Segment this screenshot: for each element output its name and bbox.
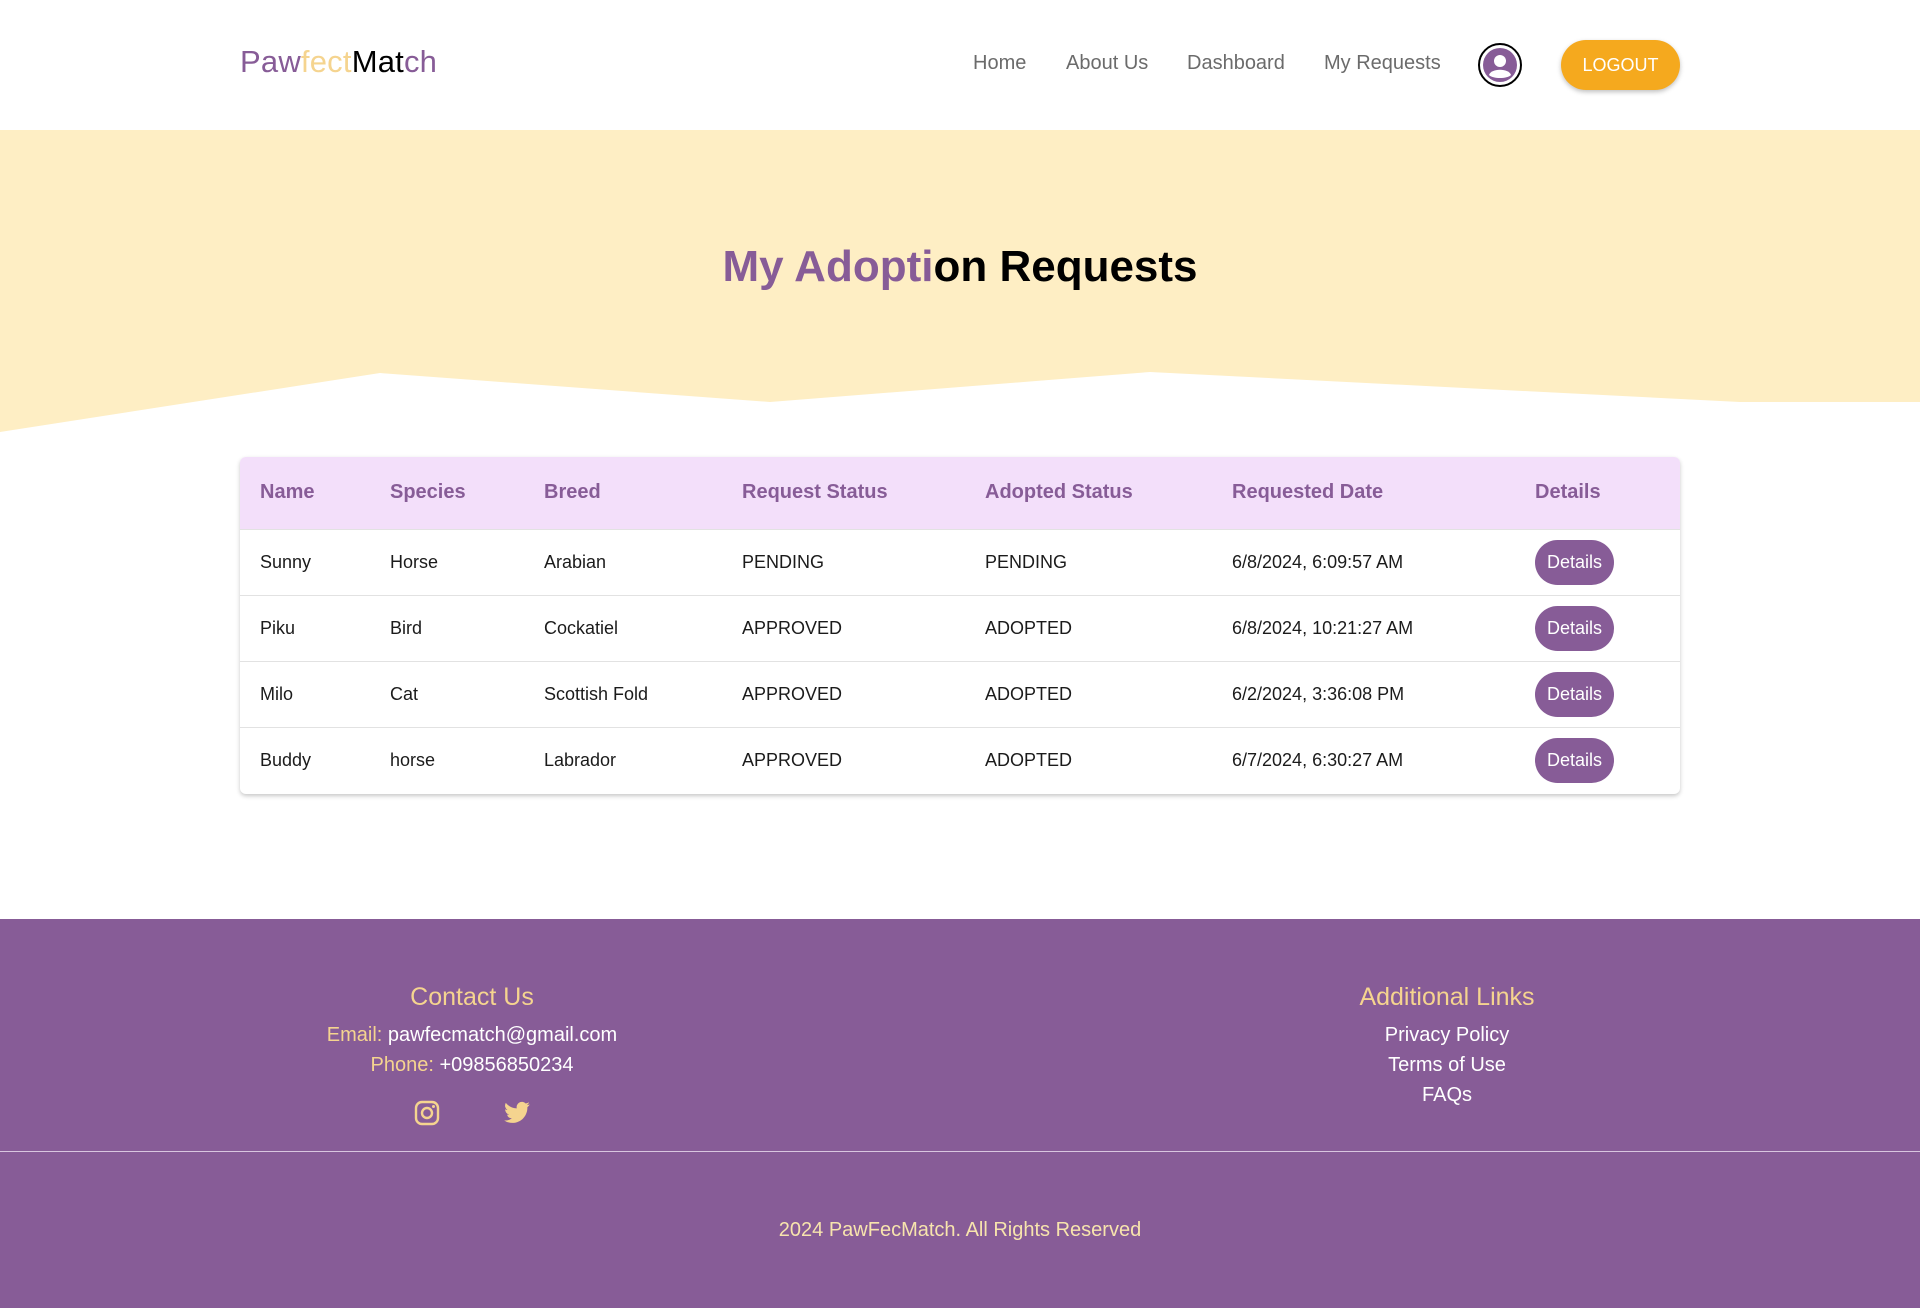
nav-home-link[interactable]: Home <box>973 52 1026 75</box>
footer-phone: Phone: +09856850234 <box>272 1050 672 1080</box>
user-circle-icon <box>1483 48 1517 82</box>
cell-adopted-status: PENDING <box>985 551 1068 572</box>
column-header-adopted-status: Adopted Status <box>985 481 1133 504</box>
phone-label: Phone: <box>370 1054 434 1076</box>
requests-table-card: Name Species Breed Request Status Adopte… <box>240 457 1680 794</box>
cell-details: Details <box>1515 727 1680 793</box>
brand-part-1: Paw <box>240 44 301 79</box>
cell-breed: Scottish Fold <box>544 683 649 704</box>
table-row: Buddy horse Labrador APPROVED ADOPTED 6/… <box>240 727 1680 793</box>
cell-species: horse <box>390 749 436 770</box>
social-links <box>272 1096 672 1130</box>
phone-value: +09856850234 <box>439 1054 574 1076</box>
table-row: Milo Cat Scottish Fold APPROVED ADOPTED … <box>240 661 1680 727</box>
cell-adopted-status: ADOPTED <box>985 683 1073 704</box>
nav-my-requests-link[interactable]: My Requests <box>1324 52 1441 75</box>
cell-requested-date: 6/8/2024, 10:21:27 AM <box>1232 617 1414 638</box>
cell-breed: Cockatiel <box>544 617 619 638</box>
profile-avatar-button[interactable] <box>1478 43 1522 87</box>
additional-links-title: Additional Links <box>1359 983 1535 1011</box>
table-row: Piku Bird Cockatiel APPROVED ADOPTED 6/8… <box>240 595 1680 661</box>
column-header-request-status: Request Status <box>742 481 888 504</box>
cell-request-status: APPROVED <box>742 683 843 704</box>
email-label: Email: <box>326 1024 383 1046</box>
cell-adopted-status: ADOPTED <box>985 617 1073 638</box>
page-title: My Adoption Requests <box>0 242 1920 292</box>
faqs-link[interactable]: FAQs <box>1247 1080 1647 1110</box>
brand-part-2: fect <box>300 44 352 79</box>
cell-name: Buddy <box>260 749 312 770</box>
page-title-part-1: My Adopti <box>722 242 934 291</box>
navbar: PawfectMatch Home About Us Dashboard My … <box>0 0 1920 130</box>
column-header-requested-date: Requested Date <box>1232 481 1384 504</box>
cell-request-status: APPROVED <box>742 617 843 638</box>
cell-requested-date: 6/8/2024, 6:09:57 AM <box>1232 551 1404 572</box>
column-header-name: Name <box>260 481 315 504</box>
footer-divider <box>0 1151 1920 1152</box>
nav-dashboard-link[interactable]: Dashboard <box>1187 52 1285 75</box>
cell-details: Details <box>1515 529 1680 595</box>
column-header-breed: Breed <box>544 481 601 504</box>
details-button[interactable]: Details <box>1535 605 1614 651</box>
cell-adopted-status: ADOPTED <box>985 749 1073 770</box>
footer-contact-section: Contact Us Email: pawfecmatch@gmail.com … <box>272 983 672 1130</box>
privacy-policy-link[interactable]: Privacy Policy <box>1247 1020 1647 1050</box>
column-header-details: Details <box>1535 481 1601 504</box>
cell-species: Cat <box>390 683 419 704</box>
table-row: Sunny Horse Arabian PENDING PENDING 6/8/… <box>240 529 1680 595</box>
contact-title: Contact Us <box>410 983 534 1011</box>
cell-request-status: APPROVED <box>742 749 843 770</box>
brand-logo[interactable]: PawfectMatch <box>240 44 437 80</box>
footer: Contact Us Email: pawfecmatch@gmail.com … <box>0 919 1920 1308</box>
terms-of-use-link[interactable]: Terms of Use <box>1247 1050 1647 1080</box>
nav-about-link[interactable]: About Us <box>1066 52 1148 75</box>
cell-species: Bird <box>390 617 423 638</box>
cell-name: Milo <box>260 683 294 704</box>
footer-email: Email: pawfecmatch@gmail.com <box>272 1020 672 1050</box>
details-button[interactable]: Details <box>1535 671 1614 717</box>
logout-button[interactable]: LOGOUT <box>1561 40 1680 90</box>
table-header-row: Name Species Breed Request Status Adopte… <box>240 457 1680 529</box>
cell-species: Horse <box>390 551 439 572</box>
details-button[interactable]: Details <box>1535 737 1614 783</box>
cell-request-status: PENDING <box>742 551 825 572</box>
cell-name: Sunny <box>260 551 312 572</box>
page-title-part-2: on Requests <box>933 242 1198 291</box>
hero-banner: My Adoption Requests <box>0 130 1920 435</box>
instagram-icon[interactable] <box>410 1096 444 1130</box>
cell-details: Details <box>1515 661 1680 727</box>
email-value[interactable]: pawfecmatch@gmail.com <box>388 1024 617 1046</box>
column-header-species: Species <box>390 481 466 504</box>
details-button[interactable]: Details <box>1535 539 1614 585</box>
cell-breed: Labrador <box>544 749 617 770</box>
cell-breed: Arabian <box>544 551 607 572</box>
cell-details: Details <box>1515 595 1680 661</box>
cell-requested-date: 6/7/2024, 6:30:27 AM <box>1232 749 1404 770</box>
copyright-text: 2024 PawFecMatch. All Rights Reserved <box>778 1219 1142 1241</box>
brand-part-4: ch <box>403 44 438 79</box>
cell-name: Piku <box>260 617 296 638</box>
cell-requested-date: 6/2/2024, 3:36:08 PM <box>1232 683 1405 704</box>
requests-table: Name Species Breed Request Status Adopte… <box>240 457 1680 793</box>
twitter-icon[interactable] <box>500 1096 534 1130</box>
brand-part-3: Mat <box>351 44 404 79</box>
footer-links-section: Additional Links Privacy Policy Terms of… <box>1247 983 1647 1110</box>
